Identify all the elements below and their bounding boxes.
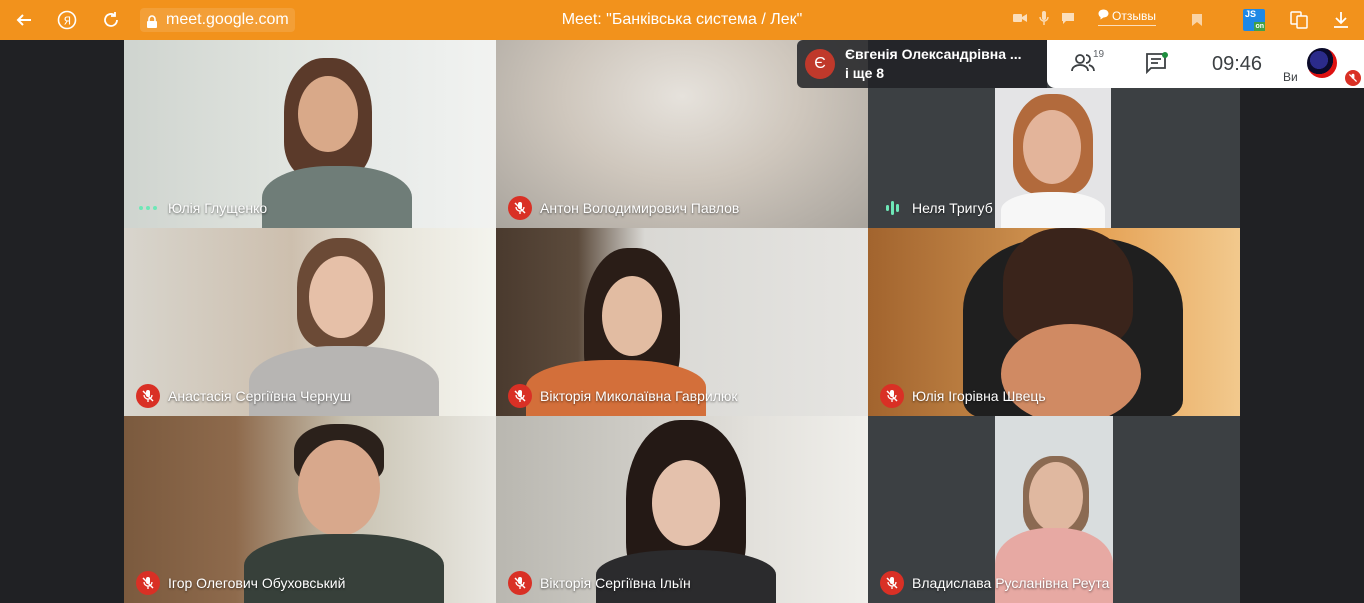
chat-button[interactable]	[1145, 52, 1169, 79]
participant-tile[interactable]: Владислава Русланівна Реута	[868, 416, 1240, 603]
reviews-label: Отзывы	[1112, 9, 1156, 23]
participant-name: Вікторія Сергіївна Ільїн	[540, 575, 691, 591]
participant-name: Анастасія Сергіївна Чернуш	[168, 388, 351, 404]
mic-off-icon	[136, 384, 160, 408]
presenter-more: і ще 8	[845, 65, 885, 81]
participant-tile[interactable]: Юлія Глущенко	[124, 40, 496, 228]
participants-button[interactable]: 19	[1071, 49, 1104, 79]
participant-name: Неля Тригуб	[912, 200, 993, 216]
participant-video	[262, 58, 422, 228]
self-label: Ви	[1283, 70, 1298, 84]
mic-off-icon	[508, 571, 532, 595]
participant-name: Ігор Олегович Обуховський	[168, 575, 346, 591]
reviews-button[interactable]: Отзывы	[1098, 9, 1156, 26]
video-grid: Юлія Глущенко Антон Володимирович Павлов…	[124, 40, 1240, 603]
mic-off-icon	[508, 196, 532, 220]
presenter-name: Євгенія Олександрівна ...	[845, 46, 1022, 62]
participant-name: Антон Володимирович Павлов	[540, 200, 740, 216]
avatar: Є	[805, 49, 835, 79]
mic-off-icon	[508, 384, 532, 408]
bookmark-icon[interactable]	[1185, 8, 1209, 32]
meeting-controls: 19 09:46 Ви	[1047, 40, 1364, 88]
chat-icon	[1145, 52, 1169, 78]
audio-wave-icon	[880, 196, 904, 220]
participant-video	[995, 88, 1111, 228]
self-avatar[interactable]	[1307, 48, 1337, 78]
window-title: Meet: "Банківська система / Лек"	[561, 11, 803, 28]
participant-tile[interactable]: Ігор Олегович Обуховський	[124, 416, 496, 603]
participant-tile[interactable]: Вікторія Сергіївна Ільїн	[496, 416, 868, 603]
mic-off-icon	[880, 571, 904, 595]
translate-icon[interactable]	[1287, 8, 1311, 32]
participant-name: Юлія Ігорівна Швець	[912, 388, 1046, 404]
meeting-clock: 09:46	[1212, 53, 1263, 75]
extension-js-icon[interactable]: JS on	[1243, 9, 1265, 31]
participant-tile[interactable]: Анастасія Сергіївна Чернуш	[124, 228, 496, 416]
presentation-chip[interactable]: Є Євгенія Олександрівна ... і ще 8	[797, 40, 1047, 88]
browser-toolbar: Я meet.google.com Meet: "Банківська сист…	[0, 0, 1364, 40]
chat-bubble-icon[interactable]	[1061, 11, 1075, 29]
microphone-icon[interactable]	[1039, 10, 1049, 30]
participant-name: Владислава Русланівна Реута	[912, 575, 1110, 591]
download-icon[interactable]	[1329, 8, 1353, 32]
people-icon	[1071, 54, 1095, 78]
mic-off-icon	[880, 384, 904, 408]
site-permission-icons	[1013, 8, 1075, 32]
camera-icon[interactable]	[1013, 11, 1027, 29]
speech-bubble-icon	[1098, 9, 1109, 23]
participant-name: Вікторія Миколаївна Гаврилюк	[540, 388, 738, 404]
mic-off-icon	[136, 571, 160, 595]
speaking-indicator-icon	[136, 196, 160, 220]
participants-count: 19	[1093, 49, 1105, 60]
participant-tile[interactable]: Юлія Ігорівна Швець	[868, 228, 1240, 416]
participant-tile[interactable]: Вікторія Миколаївна Гаврилюк	[496, 228, 868, 416]
participant-name: Юлія Глущенко	[168, 200, 268, 216]
self-mic-off-icon	[1345, 70, 1361, 86]
